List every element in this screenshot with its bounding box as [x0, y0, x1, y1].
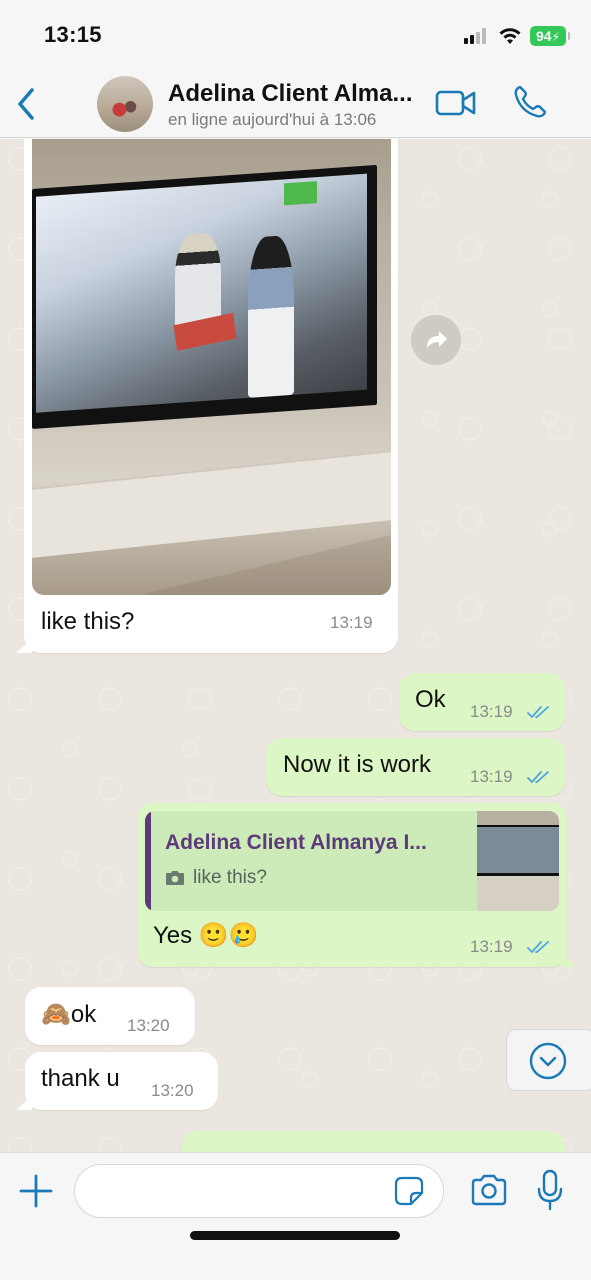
image-caption: like this?: [41, 608, 135, 635]
outgoing-reply-message[interactable]: Adelina Client Almanya I... like this? Y…: [137, 803, 567, 967]
chevron-down-circle-icon: [529, 1042, 567, 1080]
home-indicator[interactable]: [190, 1231, 400, 1240]
image-attachment[interactable]: [32, 139, 391, 595]
wifi-icon: [499, 28, 521, 44]
chat-messages[interactable]: like this? 13:19 Ok 13:19 Now it is work…: [0, 139, 591, 1152]
outgoing-message-partial[interactable]: [182, 1131, 565, 1152]
quoted-text: like this?: [193, 867, 267, 888]
tv-in-photo: [32, 164, 377, 429]
message-time: 13:20: [127, 1016, 170, 1035]
read-receipt-icon: [527, 941, 549, 954]
message-time: 13:19: [470, 937, 513, 956]
attach-plus-button[interactable]: [18, 1173, 54, 1209]
message-text: Ok: [415, 686, 446, 713]
message-text: Yes 🙂🥲: [153, 922, 259, 949]
contact-status: en ligne aujourd'hui à 13:06: [168, 110, 377, 129]
quoted-message[interactable]: Adelina Client Almanya I... like this?: [145, 811, 559, 911]
message-text: thank u: [41, 1065, 120, 1092]
message-input[interactable]: [74, 1164, 444, 1218]
incoming-image-message[interactable]: like this? 13:19: [24, 139, 398, 653]
message-time: 13:19: [470, 767, 513, 786]
battery-level: 94: [535, 28, 552, 44]
quote-accent-bar: [145, 811, 151, 911]
message-time: 13:20: [151, 1081, 194, 1100]
video-call-button[interactable]: [435, 88, 477, 118]
scroll-to-bottom-button[interactable]: [506, 1029, 591, 1091]
outgoing-message[interactable]: Now it is work 13:19: [266, 738, 565, 796]
incoming-message[interactable]: 🙈ok 13:20: [25, 987, 195, 1045]
message-time: 13:19: [330, 613, 373, 632]
back-button[interactable]: [12, 84, 40, 124]
message-text: Now it is work: [283, 751, 432, 778]
camera-icon: [166, 871, 184, 885]
outgoing-message[interactable]: Ok 13:19: [399, 673, 565, 731]
message-time: 13:19: [470, 702, 513, 721]
chat-header: Adelina Client Alma... en ligne aujourd'…: [0, 70, 591, 138]
status-bar: 13:15 94⚡: [0, 0, 591, 70]
forward-button[interactable]: [411, 315, 461, 365]
voice-call-button[interactable]: [512, 84, 548, 120]
sticker-button[interactable]: [394, 1176, 424, 1206]
incoming-message[interactable]: thank u 13:20: [25, 1052, 218, 1110]
cellular-signal-icon: [464, 28, 490, 44]
read-receipt-icon: [527, 706, 549, 719]
message-text: 🙈ok: [41, 1001, 97, 1028]
battery-indicator: 94⚡: [530, 26, 570, 46]
camera-button[interactable]: [470, 1173, 508, 1207]
contact-avatar[interactable]: [97, 76, 153, 132]
message-composer: [0, 1152, 591, 1280]
contact-name[interactable]: Adelina Client Alma...: [168, 80, 413, 108]
status-time: 13:15: [44, 22, 102, 47]
microphone-button[interactable]: [536, 1169, 564, 1211]
read-receipt-icon: [527, 771, 549, 784]
quoted-image-thumbnail: [477, 811, 559, 911]
quoted-author: Adelina Client Almanya I...: [165, 831, 427, 854]
